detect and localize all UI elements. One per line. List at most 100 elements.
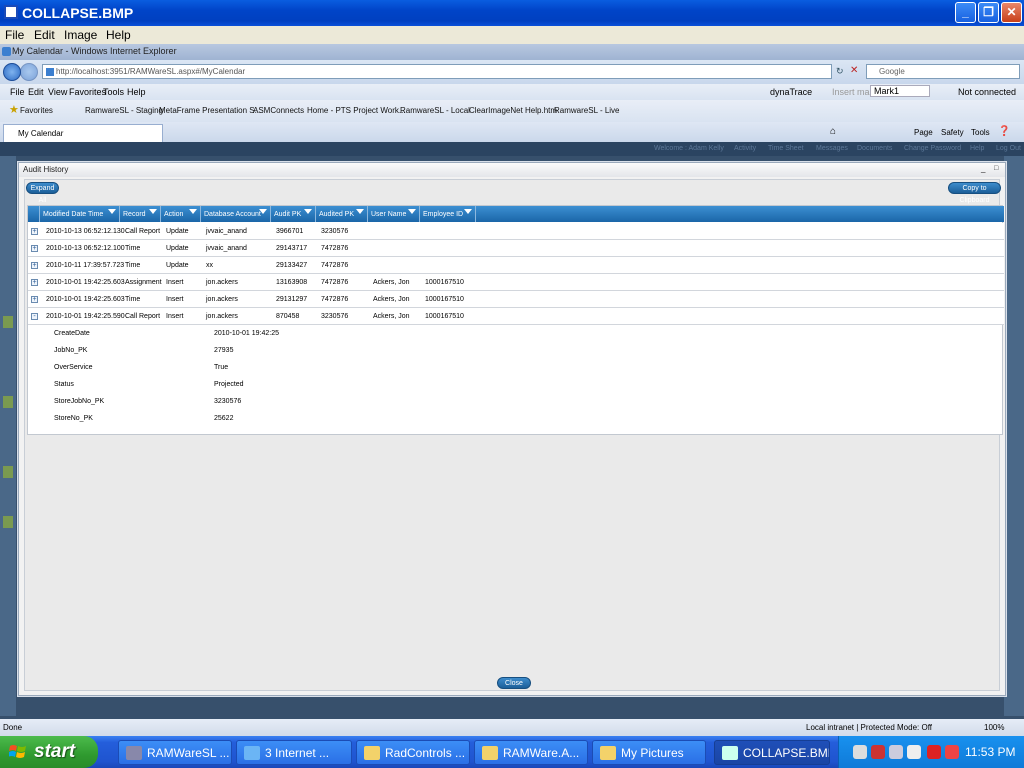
table-cell: Insert xyxy=(166,296,184,303)
calendar-right-strip xyxy=(1004,156,1024,716)
tab-my-calendar[interactable]: My Calendar xyxy=(3,124,163,142)
dynatrace-button[interactable]: dynaTrace xyxy=(770,87,812,97)
detail-field-name: StoreJobNo_PK xyxy=(54,398,105,405)
minimize-button[interactable]: _ xyxy=(955,2,976,23)
audit-history-dialog: Audit History _ □ Expand All Copy to Cli… xyxy=(18,162,1006,696)
favorite-link-1[interactable]: RamwareSL - Staging xyxy=(85,106,163,115)
column-header-record[interactable]: Record xyxy=(120,206,161,222)
printer-icon[interactable] xyxy=(889,745,903,759)
acrobat-icon[interactable] xyxy=(945,745,959,759)
collapse-row-icon[interactable]: - xyxy=(31,313,38,320)
ie-icon xyxy=(244,746,260,760)
link-help[interactable]: Help xyxy=(970,145,984,152)
task-internet-explorer-group[interactable]: 3 Internet ... xyxy=(236,740,352,765)
close-dialog-button[interactable]: Close xyxy=(497,677,531,689)
expand-row-icon[interactable]: + xyxy=(31,262,38,269)
favorite-link-2[interactable]: MetaFrame Presentation S... xyxy=(159,106,261,115)
menu-help[interactable]: Help xyxy=(106,28,131,42)
calendar-side-strip xyxy=(0,156,16,716)
table-row[interactable]: +2010-10-01 19:42:25.603 Assignment Insert… xyxy=(28,274,1004,291)
ie-menu-file[interactable]: File xyxy=(10,87,25,97)
favorite-link-3[interactable]: ASMConnects xyxy=(253,106,304,115)
column-header-audit-pk[interactable]: Audit PK xyxy=(271,206,316,222)
home-icon[interactable]: ⌂ xyxy=(830,126,836,137)
ie-tab-bar: My Calendar ⌂ Page Safety Tools ❓ xyxy=(0,122,1024,142)
back-button[interactable] xyxy=(3,63,21,81)
column-header-action[interactable]: Action xyxy=(161,206,201,222)
dialog-minimize-icon[interactable]: _ xyxy=(981,164,985,173)
table-cell: Assignment xyxy=(125,279,162,286)
expand-row-icon[interactable]: + xyxy=(31,245,38,252)
search-input[interactable]: Google xyxy=(866,64,1020,79)
stop-icon[interactable]: ✕ xyxy=(850,65,858,76)
close-window-button[interactable]: ✕ xyxy=(1001,2,1022,23)
ie-menu-view[interactable]: View xyxy=(48,87,67,97)
favorites-star-icon: ★ xyxy=(9,104,19,116)
start-button[interactable]: start xyxy=(0,736,98,768)
task-ramwaresl[interactable]: RAMWareSL ... xyxy=(118,740,232,765)
filter-icon xyxy=(304,209,312,214)
expand-row-icon[interactable]: + xyxy=(31,279,38,286)
menu-edit[interactable]: Edit xyxy=(34,28,55,42)
column-header-modified[interactable]: Modified Date Time xyxy=(40,206,120,222)
address-bar[interactable]: http://localhost:3951/RAMWareSL.aspx#/My… xyxy=(42,64,832,79)
task-collapse-bmp[interactable]: COLLAPSE.BMP xyxy=(714,740,830,765)
favorite-link-7[interactable]: RamwareSL - Live xyxy=(554,106,620,115)
column-header-audited-pk[interactable]: Audited PK xyxy=(316,206,368,222)
tools-menu[interactable]: Tools xyxy=(971,128,990,137)
clock: 11:53 PM xyxy=(965,745,1016,759)
copy-to-clipboard-button[interactable]: Copy to Clipboard xyxy=(948,182,1001,204)
network-icon[interactable] xyxy=(853,745,867,759)
table-cell: 3230576 xyxy=(321,313,349,320)
ie-menu-tools[interactable]: Tools xyxy=(103,87,124,97)
link-time-sheet[interactable]: Time Sheet xyxy=(768,145,804,152)
forward-button[interactable] xyxy=(20,63,38,81)
table-row[interactable]: +2010-10-01 19:42:25.603 Time Insert jon.ac… xyxy=(28,291,1004,308)
ie-menu-edit[interactable]: Edit xyxy=(28,87,44,97)
favorite-link-6[interactable]: ClearImageNet Help.htm xyxy=(469,106,557,115)
refresh-icon[interactable]: ↻ xyxy=(836,66,844,77)
restore-button[interactable]: ❐ xyxy=(978,2,999,23)
search-placeholder: Google xyxy=(879,67,905,76)
task-my-pictures[interactable]: My Pictures xyxy=(592,740,706,765)
ie-menu-bar: File Edit View Favorites Tools Help dyna… xyxy=(0,84,1024,100)
safety-menu[interactable]: Safety xyxy=(941,128,964,137)
link-activity[interactable]: Activity xyxy=(734,145,756,152)
link-change-password[interactable]: Change Password xyxy=(904,145,961,152)
zoom-level[interactable]: 100% xyxy=(984,723,1004,732)
table-row[interactable]: +2010-10-13 06:52:12.130 Call Report Updat… xyxy=(28,223,1004,240)
column-header-user-name[interactable]: User Name xyxy=(368,206,420,222)
ie-menu-favorites[interactable]: Favorites xyxy=(69,87,106,97)
table-cell: 2010-10-01 19:42:25.590 xyxy=(46,313,125,320)
table-row[interactable]: +2010-10-11 17:39:57.723 Time Update xx 2913… xyxy=(28,257,1004,274)
column-header-database-account[interactable]: Database Account xyxy=(201,206,271,222)
table-row[interactable]: - 2010-10-01 19:42:25.590 Call Report Inser… xyxy=(28,308,1004,325)
zone-text: Local intranet | Protected Mode: Off xyxy=(806,723,932,732)
window-menu-bar: File Edit Image Help xyxy=(0,26,1024,44)
antivirus-icon[interactable] xyxy=(927,745,941,759)
expand-row-icon[interactable]: + xyxy=(31,228,38,235)
link-log-out[interactable]: Log Out xyxy=(996,145,1021,152)
menu-image[interactable]: Image xyxy=(64,28,97,42)
task-ramware-folder[interactable]: RAMWare.A... xyxy=(474,740,588,765)
dialog-maximize-icon[interactable]: □ xyxy=(994,165,998,172)
expand-all-button[interactable]: Expand All xyxy=(26,182,59,204)
page-menu[interactable]: Page xyxy=(914,128,933,137)
ie-icon xyxy=(2,47,11,56)
mark-input[interactable]: Mark1 xyxy=(870,85,931,97)
favorites-button[interactable]: Favorites xyxy=(20,106,53,115)
settings-icon[interactable] xyxy=(907,745,921,759)
security-icon[interactable] xyxy=(871,745,885,759)
help-icon[interactable]: ❓ xyxy=(998,126,1010,137)
favorite-link-5[interactable]: RamwareSL - Local xyxy=(400,106,470,115)
menu-file[interactable]: File xyxy=(5,28,24,42)
expand-row-icon[interactable]: + xyxy=(31,296,38,303)
task-radcontrols[interactable]: RadControls ... xyxy=(356,740,470,765)
table-cell: 13163908 xyxy=(276,279,308,286)
favorite-link-4[interactable]: Home - PTS Project Work... xyxy=(307,106,406,115)
link-messages[interactable]: Messages xyxy=(816,145,848,152)
link-documents[interactable]: Documents xyxy=(857,145,892,152)
column-header-employee-id[interactable]: Employee ID xyxy=(420,206,476,222)
table-row[interactable]: +2010-10-13 06:52:12.100 Time Update jvvaic… xyxy=(28,240,1004,257)
ie-menu-help[interactable]: Help xyxy=(127,87,146,97)
